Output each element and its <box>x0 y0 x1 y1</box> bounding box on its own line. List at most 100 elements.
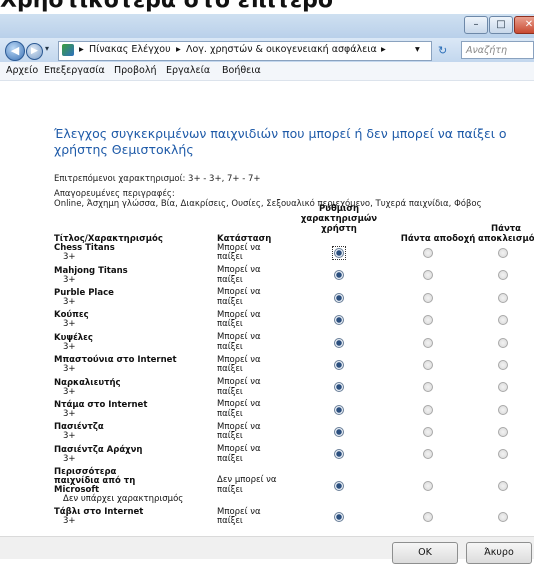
option-cell-allow <box>385 264 471 286</box>
radio-block[interactable] <box>497 382 508 393</box>
radio-block[interactable] <box>497 337 508 348</box>
address-dropdown-icon[interactable]: ▾ <box>415 44 420 55</box>
game-title-cell: Περισσότερα παιχνίδια από τη Microsoft Δε… <box>54 466 217 506</box>
radio-user[interactable] <box>334 382 344 393</box>
forward-arrow-icon[interactable]: ▶ <box>26 43 43 60</box>
game-status-cell: Μπορεί να παίξει <box>217 506 293 528</box>
radio-user[interactable] <box>334 427 344 438</box>
radio-user[interactable] <box>334 337 344 348</box>
table-row: Τάβλι στο Internet 3+ Μπορεί να παίξει <box>54 506 534 528</box>
option-cell-block <box>471 354 534 376</box>
radio-block[interactable] <box>497 292 508 303</box>
game-title: Mahjong Titans <box>54 265 128 276</box>
table-row: Ναρκαλιευτής 3+ Μπορεί να παίξει <box>54 376 534 398</box>
radio-block[interactable] <box>497 315 508 326</box>
option-cell-block <box>471 264 534 286</box>
radio-allow[interactable] <box>423 359 433 370</box>
breadcrumb-user-accounts[interactable]: Λογ. χρηστών & οικογενειακή ασφάλεια <box>186 44 377 55</box>
option-cell-allow <box>385 242 471 264</box>
table-row: Ντάμα στο Internet 3+ Μπορεί να παίξει <box>54 399 534 421</box>
option-cell-block <box>471 332 534 354</box>
radio-allow[interactable] <box>423 270 433 281</box>
table-row: Πασιέντζα Αράχνη 3+ Μπορεί να παίξει <box>54 444 534 466</box>
radio-block[interactable] <box>497 247 508 258</box>
close-button[interactable]: ✕ <box>514 16 534 34</box>
maximize-button[interactable]: □ <box>489 16 513 34</box>
radio-user[interactable] <box>334 315 344 326</box>
radio-block[interactable] <box>497 449 508 460</box>
menu-help[interactable]: Βοήθεια <box>222 65 261 76</box>
option-cell-block <box>471 421 534 443</box>
radio-allow[interactable] <box>423 480 433 491</box>
option-cell-user <box>293 264 385 286</box>
option-cell-allow <box>385 421 471 443</box>
radio-block[interactable] <box>497 359 508 370</box>
game-status: Μπορεί να παίξει <box>217 444 261 464</box>
radio-allow[interactable] <box>423 404 433 415</box>
menu-edit[interactable]: Επεξεργασία <box>44 65 105 76</box>
radio-user[interactable] <box>334 449 344 460</box>
menu-tools[interactable]: Εργαλεία <box>166 65 210 76</box>
window-titlebar: – □ ✕ <box>0 14 534 38</box>
game-title: Purble Place <box>54 287 114 298</box>
button-bar: OK Άκυρο <box>0 536 534 564</box>
radio-allow[interactable] <box>423 337 433 348</box>
games-table-body: Chess Titans 3+ Μπορεί να παίξει Mahjong Ti… <box>54 242 534 528</box>
radio-block[interactable] <box>497 480 508 491</box>
game-title: Πασιέντζα <box>54 422 104 433</box>
radio-user[interactable] <box>334 359 344 370</box>
game-title-cell: Πασιέντζα Αράχνη 3+ <box>54 444 217 466</box>
radio-allow[interactable] <box>423 292 433 303</box>
option-cell-allow <box>385 354 471 376</box>
radio-allow[interactable] <box>423 382 433 393</box>
menu-file[interactable]: Αρχείο <box>6 65 38 76</box>
radio-block[interactable] <box>497 270 508 281</box>
radio-allow[interactable] <box>423 511 433 522</box>
option-cell-block <box>471 287 534 309</box>
search-input[interactable]: Αναζήτη <box>461 41 534 59</box>
breadcrumb-control-panel[interactable]: Πίνακας Ελέγχου <box>89 44 171 55</box>
menu-view[interactable]: Προβολή <box>114 65 157 76</box>
game-status: Μπορεί να παίξει <box>217 332 261 352</box>
game-status: Μπορεί να παίξει <box>217 506 261 527</box>
radio-allow[interactable] <box>423 315 433 326</box>
minimize-button[interactable]: – <box>464 16 488 34</box>
radio-block[interactable] <box>497 427 508 438</box>
radio-allow[interactable] <box>423 247 433 258</box>
breadcrumb-separator-icon[interactable]: ▸ <box>381 44 386 55</box>
recent-pages-dropdown-icon[interactable]: ▾ <box>45 44 49 53</box>
refresh-icon[interactable]: ↻ <box>438 44 447 57</box>
game-status-cell: Μπορεί να παίξει <box>217 264 293 286</box>
breadcrumb-separator-icon[interactable]: ▸ <box>79 44 84 55</box>
game-status: Μπορεί να παίξει <box>217 287 261 307</box>
radio-allow[interactable] <box>423 427 433 438</box>
radio-block[interactable] <box>497 511 508 522</box>
radio-user[interactable] <box>334 292 344 303</box>
game-status: Δεν μπορεί να παίξει <box>217 475 277 495</box>
radio-user[interactable] <box>334 511 344 522</box>
back-arrow-icon[interactable]: ◀ <box>5 41 25 61</box>
table-row: Purble Place 3+ Μπορεί να παίξει <box>54 287 534 309</box>
option-cell-block <box>471 444 534 466</box>
radio-user[interactable] <box>334 248 344 259</box>
games-table: Chess Titans 3+ Μπορεί να παίξει Mahjong Ti… <box>54 242 534 528</box>
radio-block[interactable] <box>497 404 508 415</box>
control-panel-icon <box>62 44 74 56</box>
breadcrumb[interactable]: ▸ Πίνακας Ελέγχου ▸ Λογ. χρηστών & οικογ… <box>58 41 432 61</box>
game-status: Μπορεί να παίξει <box>217 309 261 330</box>
game-title-cell: Mahjong Titans 3+ <box>54 264 217 286</box>
option-cell-user <box>293 309 385 331</box>
cancel-button[interactable]: Άκυρο <box>466 542 532 564</box>
radio-allow[interactable] <box>423 449 433 460</box>
ok-button[interactable]: OK <box>392 542 458 564</box>
option-cell-user <box>293 287 385 309</box>
radio-user[interactable] <box>334 404 344 415</box>
radio-user[interactable] <box>334 270 344 281</box>
breadcrumb-separator-icon[interactable]: ▸ <box>176 44 181 55</box>
game-title-cell: Purble Place 3+ <box>54 287 217 309</box>
radio-user[interactable] <box>334 480 344 491</box>
table-row: Περισσότερα παιχνίδια από τη Microsoft Δε… <box>54 466 534 506</box>
option-cell-block <box>471 376 534 398</box>
game-rating: 3+ <box>63 431 76 442</box>
option-cell-user <box>293 399 385 421</box>
